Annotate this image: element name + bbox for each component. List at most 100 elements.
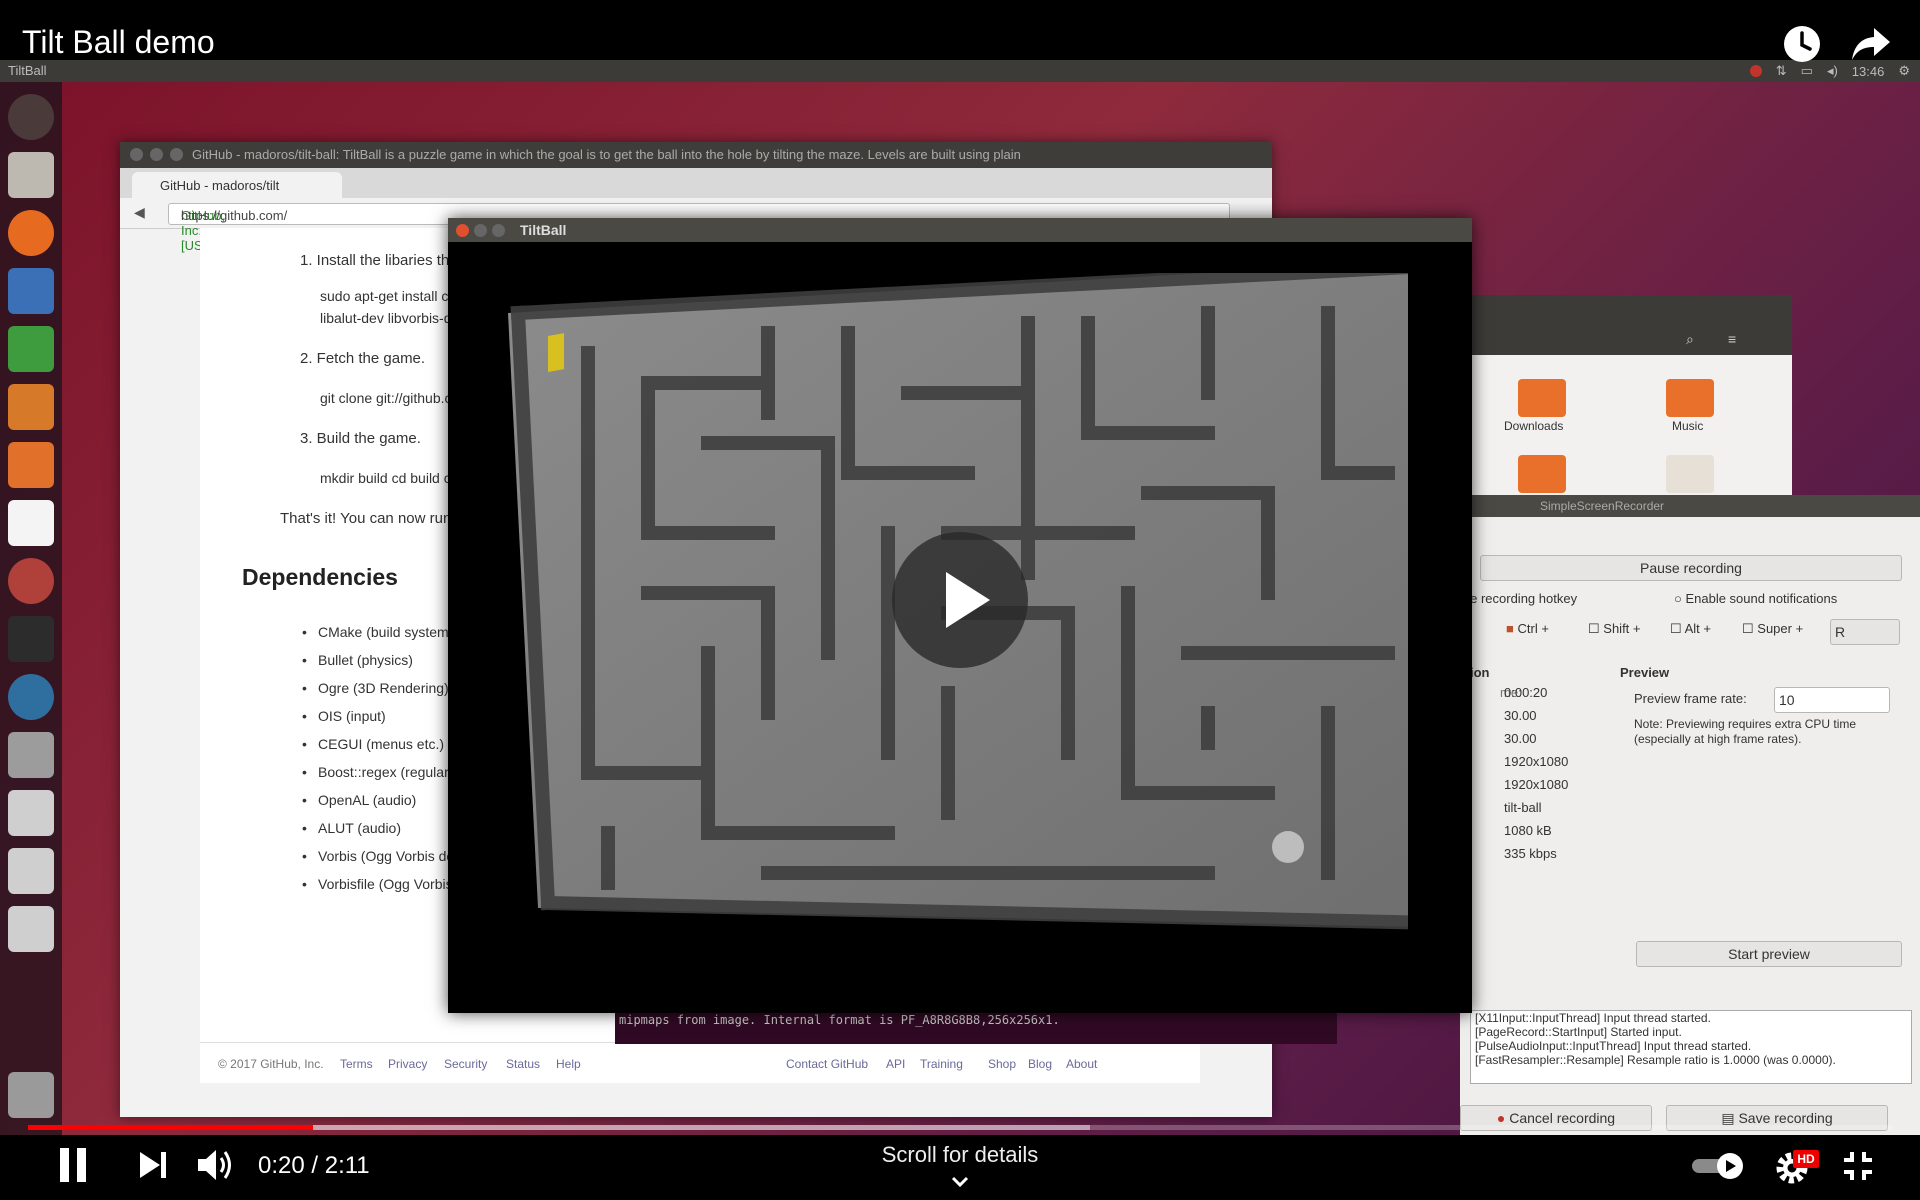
dependency-item: CEGUI (menus etc.) xyxy=(302,736,444,752)
info-value: 0:00:20 xyxy=(1504,685,1548,700)
writer-icon xyxy=(8,268,54,314)
next-icon[interactable] xyxy=(136,1148,170,1182)
sound-notifications-checkbox[interactable]: ○ Enable sound notifications xyxy=(1674,591,1837,606)
footer-link[interactable]: Privacy xyxy=(388,1057,427,1071)
volume-icon[interactable] xyxy=(196,1146,238,1184)
folder-icon xyxy=(1666,379,1714,417)
browser-titlebar: GitHub - madoros/tilt-ball: TiltBall is … xyxy=(120,142,1272,168)
log-line: [FastResampler::Resample] Resample ratio… xyxy=(1475,1053,1836,1067)
hotkey-key-select[interactable]: R xyxy=(1830,619,1900,645)
info-value: 30.00 xyxy=(1504,731,1537,746)
files-header: ⌕ ≡ xyxy=(1440,295,1792,355)
panel-tray: ⇅ ▭ ◂) 13:46 ⚙ xyxy=(1749,63,1910,79)
code-line: sudo apt-get install cma xyxy=(320,288,468,304)
footer-link[interactable]: Training xyxy=(920,1057,963,1071)
share-arrow-icon[interactable] xyxy=(1850,24,1892,64)
trash-icon xyxy=(8,1072,54,1118)
terminal-line: mipmaps from image. Internal format is P… xyxy=(619,1013,1060,1027)
info-value: 1920x1080 xyxy=(1504,754,1569,769)
dependency-item: Ogre (3D Rendering) xyxy=(302,680,449,696)
screen-recorder-window: SimpleScreenRecorder Pause recording ble… xyxy=(1460,495,1920,1140)
folder-label: Downloads xyxy=(1504,419,1564,433)
url-text: https://github.com/ xyxy=(181,208,288,223)
drive-icon xyxy=(8,732,54,778)
preview-rate-label: Preview frame rate: xyxy=(1634,691,1747,706)
globe-icon xyxy=(8,674,54,720)
autoplay-toggle[interactable] xyxy=(1690,1152,1746,1180)
super-modifier-checkbox[interactable]: ☐ Super + xyxy=(1742,621,1803,637)
dependency-item: Bullet (physics) xyxy=(302,652,413,668)
footer-link[interactable]: Help xyxy=(556,1057,581,1071)
usb-drive-icon xyxy=(8,848,54,894)
dependency-item: ALUT (audio) xyxy=(302,820,401,836)
software-center-icon xyxy=(8,442,54,488)
back-arrow-icon: ◀ xyxy=(134,204,145,220)
step-text: 2. Fetch the game. xyxy=(300,350,426,367)
files-window: ⌕ ≡ Downloads Music xyxy=(1440,295,1792,495)
dependency-item: OpenAL (audio) xyxy=(302,792,416,808)
info-value: 30.00 xyxy=(1504,708,1537,723)
impress-icon xyxy=(8,384,54,430)
information-heading: ion xyxy=(1470,665,1490,680)
big-play-button[interactable] xyxy=(892,532,1028,668)
preview-heading: Preview xyxy=(1620,665,1670,680)
footer-link[interactable]: API xyxy=(886,1057,905,1071)
ball xyxy=(1272,831,1304,863)
preview-rate-spinbox[interactable]: 10 xyxy=(1774,687,1890,713)
pause-icon[interactable] xyxy=(58,1146,88,1184)
step-text: 3. Build the game. xyxy=(300,430,421,447)
footer-link[interactable]: Blog xyxy=(1028,1057,1052,1071)
dependency-item: Vorbis (Ogg Vorbis deco xyxy=(302,848,469,864)
terminal-window: mipmaps from image. Internal format is P… xyxy=(615,1010,1337,1044)
hotkey-checkbox-label[interactable]: ble recording hotkey xyxy=(1460,591,1577,606)
dependency-item: Vorbisfile (Ogg Vorbis d xyxy=(302,876,464,892)
exit-fullscreen-icon[interactable] xyxy=(1840,1148,1876,1184)
keyboard-icon: ▭ xyxy=(1800,63,1813,78)
close-icon xyxy=(456,224,469,237)
browser-tab-label: GitHub - madoros/tilt xyxy=(160,178,280,193)
player-top-bar xyxy=(0,0,1920,60)
footer-link[interactable]: Shop xyxy=(988,1057,1016,1071)
browser-tab[interactable]: GitHub - madoros/tilt xyxy=(132,172,342,198)
browser-tabstrip: GitHub - madoros/tilt xyxy=(120,168,1272,198)
footer-link[interactable]: About xyxy=(1066,1057,1097,1071)
log-line: [PulseAudioInput::InputThread] Input thr… xyxy=(1475,1039,1752,1053)
folder-icon xyxy=(1518,455,1566,493)
info-value: 1080 kB xyxy=(1504,823,1552,838)
start-preview-button[interactable]: Start preview xyxy=(1636,941,1902,967)
firefox-icon xyxy=(8,210,54,256)
pause-recording-button[interactable]: Pause recording xyxy=(1480,555,1902,581)
shift-modifier-checkbox[interactable]: ☐ Shift + xyxy=(1588,621,1641,637)
footer-link[interactable]: Terms xyxy=(340,1057,373,1071)
view-list-icon: ≡ xyxy=(1728,331,1737,347)
sound-icon: ◂) xyxy=(1826,63,1838,78)
scroll-for-details[interactable]: Scroll for details xyxy=(860,1142,1060,1168)
system-settings-icon xyxy=(8,558,54,604)
power-gear-icon: ⚙ xyxy=(1898,63,1910,78)
footer-link[interactable]: Contact GitHub xyxy=(786,1057,868,1071)
alt-modifier-checkbox[interactable]: ☐ Alt + xyxy=(1670,621,1711,637)
dependency-item: CMake (build system) xyxy=(302,624,453,640)
amazon-icon xyxy=(8,500,54,546)
minimize-icon xyxy=(150,148,163,161)
start-marker xyxy=(548,333,564,372)
code-line: libalut-dev libvorbis-dev xyxy=(320,310,467,326)
chevron-down-icon[interactable] xyxy=(946,1174,974,1190)
folder-icon xyxy=(1518,379,1566,417)
record-indicator-icon xyxy=(1749,65,1762,77)
ubuntu-top-panel: TiltBall ⇅ ▭ ◂) 13:46 ⚙ xyxy=(0,60,1920,82)
progress-played xyxy=(28,1125,313,1130)
footer-copyright: © 2017 GitHub, Inc. xyxy=(218,1057,324,1071)
footer-link[interactable]: Status xyxy=(506,1057,540,1071)
clock-icon[interactable] xyxy=(1782,24,1822,64)
ctrl-modifier-checkbox[interactable]: ■ Ctrl + xyxy=(1506,621,1549,636)
game-titlebar: TiltBall xyxy=(448,218,1472,242)
video-title[interactable]: Tilt Ball demo xyxy=(22,24,215,61)
dependency-item: Boost::regex (regular ex xyxy=(302,764,467,780)
browser-window-title: GitHub - madoros/tilt-ball: TiltBall is … xyxy=(192,147,1021,162)
maximize-icon xyxy=(170,148,183,161)
panel-app-title: TiltBall xyxy=(8,63,47,78)
footer-link[interactable]: Security xyxy=(444,1057,487,1071)
panel-clock: 13:46 xyxy=(1851,63,1885,79)
dependency-item: OIS (input) xyxy=(302,708,386,724)
